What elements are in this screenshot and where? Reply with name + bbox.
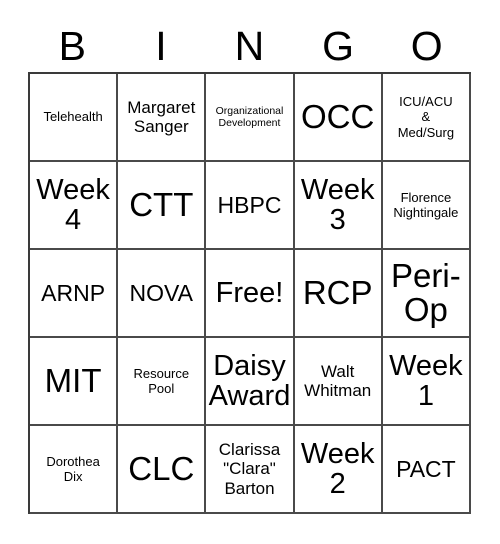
bingo-cell-label: NOVA (129, 279, 194, 306)
bingo-cell-label: Week 2 (300, 437, 375, 500)
bingo-cell-free-space[interactable]: Free! (206, 250, 295, 338)
bingo-cell-label: HBPC (217, 191, 282, 218)
bingo-cell-label: Week 3 (300, 173, 375, 236)
bingo-cell-r2c3[interactable]: HBPC (206, 162, 295, 250)
bingo-header-letter-g: G (322, 22, 355, 69)
bingo-cell-label: PACT (396, 455, 456, 482)
bingo-header-letter-i: I (155, 22, 167, 69)
bingo-cell-label: Florence Nightingale (393, 189, 459, 220)
bingo-cell-label: Telehealth (43, 109, 103, 125)
bingo-cell-r2c4[interactable]: Week 3 (294, 162, 383, 250)
bingo-cell-label: Dorothea Dix (46, 453, 100, 484)
bingo-header-letter-o: O (410, 22, 443, 69)
bingo-cell-r5c5[interactable]: PACT (382, 426, 471, 514)
bingo-cell-r5c1[interactable]: Dorothea Dix (30, 426, 119, 514)
bingo-cell-label: CTT (129, 185, 194, 223)
bingo-cell-label: RCP (302, 273, 373, 311)
bingo-header-letter-b: B (58, 22, 86, 69)
bingo-cell-r1c1[interactable]: Telehealth (30, 74, 119, 162)
bingo-cell-r5c3[interactable]: Clarissa "Clara" Barton (206, 426, 295, 514)
bingo-cell-r5c2[interactable]: CLC (118, 426, 207, 514)
bingo-cell-label: Daisy Award (208, 349, 291, 412)
bingo-cell-r3c2[interactable]: NOVA (118, 250, 207, 338)
bingo-cell-label: Week 4 (36, 173, 110, 236)
bingo-header-letter-n: N (234, 22, 265, 69)
bingo-cell-label: ARNP (41, 279, 106, 306)
bingo-grid: Telehealth Margaret Sanger Organizationa… (28, 72, 471, 514)
bingo-cell-label: MIT (44, 361, 102, 399)
bingo-cell-label: OCC (301, 97, 375, 135)
bingo-cell-label: Margaret Sanger (127, 97, 196, 136)
bingo-cell-r2c5[interactable]: Florence Nightingale (382, 162, 471, 250)
bingo-cell-r3c4[interactable]: RCP (294, 250, 383, 338)
bingo-cell-label: ICU/ACU & Med/Surg (397, 94, 455, 140)
bingo-cell-label: Week 1 (389, 349, 463, 412)
bingo-cell-label: Free! (215, 276, 284, 309)
bingo-cell-r4c5[interactable]: Week 1 (382, 338, 471, 426)
bingo-cell-r1c3[interactable]: Organizational Development (206, 74, 295, 162)
bingo-cell-r2c2[interactable]: CTT (118, 162, 207, 250)
bingo-cell-r5c4[interactable]: Week 2 (294, 426, 383, 514)
bingo-cell-r1c4[interactable]: OCC (294, 74, 383, 162)
bingo-cell-label: Walt Whitman (304, 361, 372, 400)
bingo-cell-label: Clarissa "Clara" Barton (218, 440, 281, 498)
bingo-cell-r4c1[interactable]: MIT (30, 338, 119, 426)
bingo-cell-label: Organizational Development (215, 104, 284, 129)
bingo-cell-r1c2[interactable]: Margaret Sanger (118, 74, 207, 162)
bingo-cell-r1c5[interactable]: ICU/ACU & Med/Surg (382, 74, 471, 162)
bingo-cell-r4c4[interactable]: Walt Whitman (294, 338, 383, 426)
bingo-cell-r2c1[interactable]: Week 4 (30, 162, 119, 250)
bingo-cell-label: Peri- Op (391, 256, 461, 328)
bingo-cell-r4c3[interactable]: Daisy Award (206, 338, 295, 426)
bingo-cell-label: CLC (128, 449, 195, 487)
bingo-cell-r3c1[interactable]: ARNP (30, 250, 119, 338)
bingo-header-letters: B I N G O (28, 20, 471, 72)
bingo-card: B I N G O Telehealth Margaret Sanger Org… (0, 0, 500, 544)
bingo-cell-label: Resource Pool (133, 365, 190, 396)
bingo-cell-r4c2[interactable]: Resource Pool (118, 338, 207, 426)
bingo-cell-r3c5[interactable]: Peri- Op (382, 250, 471, 338)
